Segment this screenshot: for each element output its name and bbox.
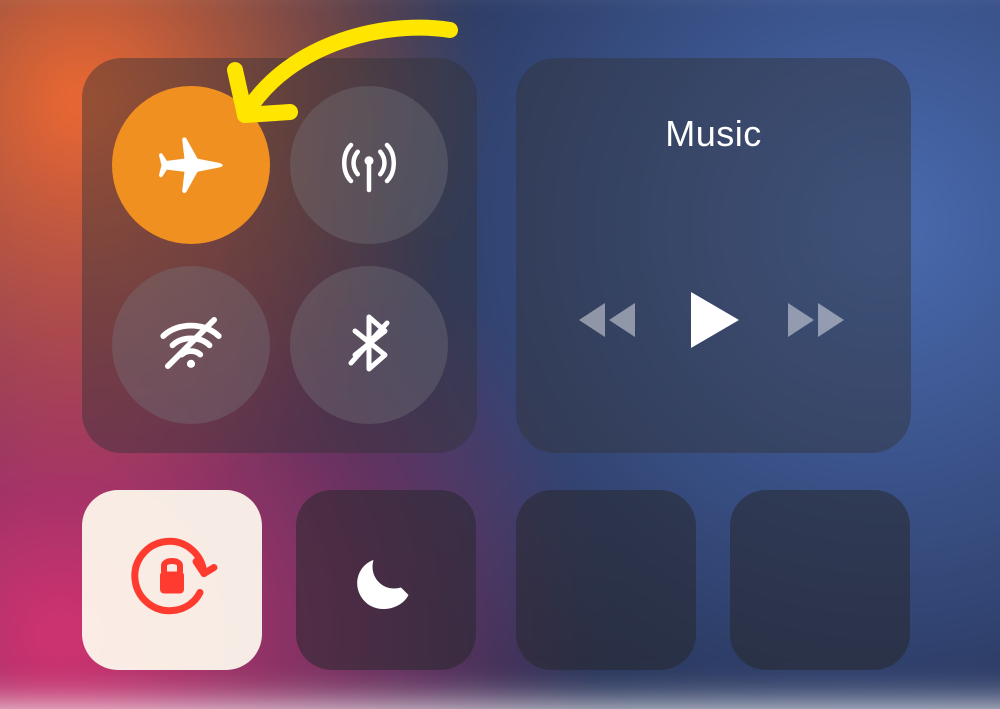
control-tile-placeholder-1[interactable]: [516, 490, 696, 670]
airplane-mode-button[interactable]: [112, 86, 270, 244]
bluetooth-off-icon: [337, 311, 401, 380]
moon-icon: [346, 538, 426, 623]
wifi-button[interactable]: [112, 266, 270, 424]
airplane-icon: [156, 128, 226, 203]
wifi-off-icon: [154, 306, 228, 385]
media-controls: [516, 288, 911, 352]
play-button[interactable]: [683, 288, 743, 352]
control-tile-placeholder-2[interactable]: [730, 490, 910, 670]
rewind-button[interactable]: [575, 295, 645, 345]
media-panel[interactable]: Music: [516, 58, 911, 453]
bluetooth-button[interactable]: [290, 266, 448, 424]
cellular-antenna-icon: [333, 127, 405, 204]
now-playing-title: Music: [516, 113, 911, 155]
do-not-disturb-button[interactable]: [296, 490, 476, 670]
forward-button[interactable]: [782, 295, 852, 345]
orientation-lock-icon: [122, 528, 222, 633]
orientation-lock-button[interactable]: [82, 490, 262, 670]
cellular-data-button[interactable]: [290, 86, 448, 244]
connectivity-panel[interactable]: [82, 58, 477, 453]
